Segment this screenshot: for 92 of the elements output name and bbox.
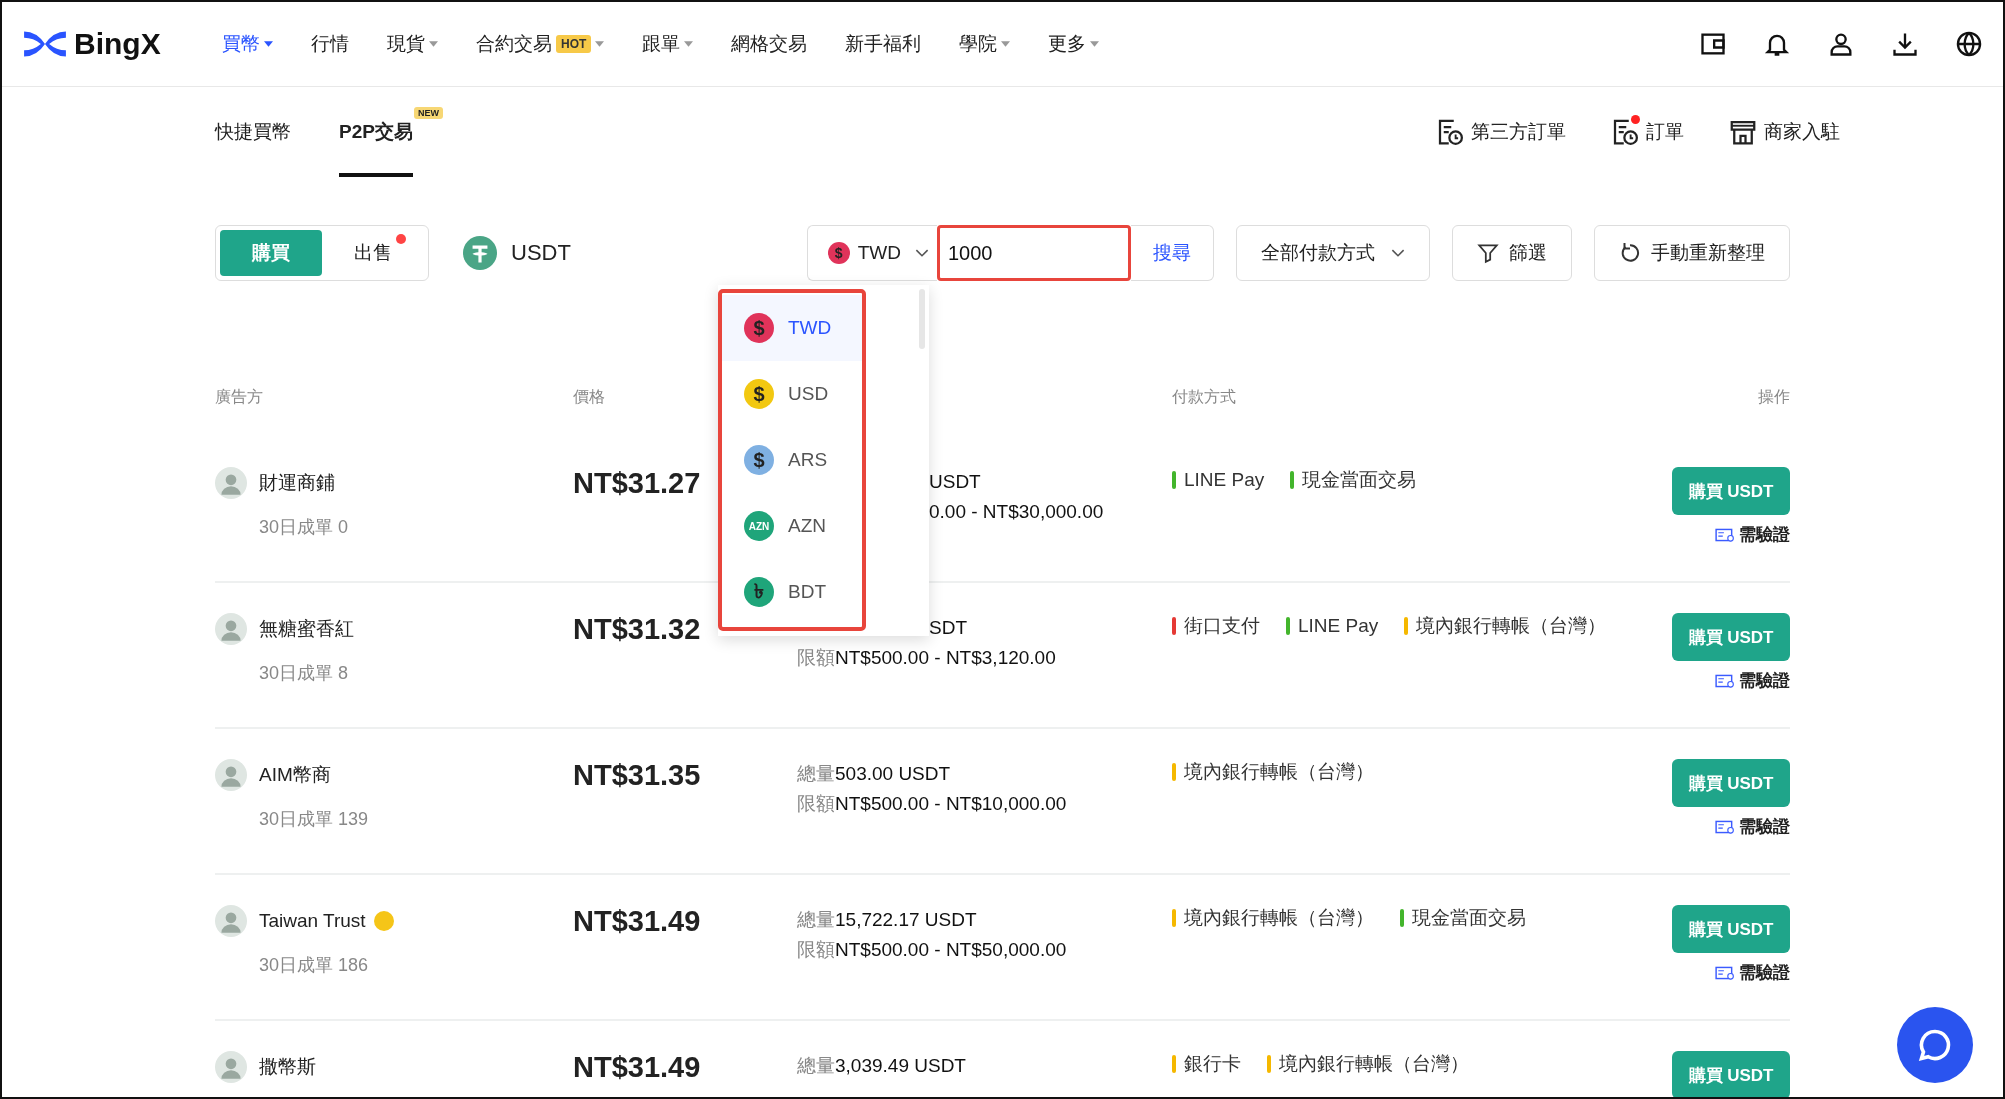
payment-method: 境內銀行轉帳（台灣）: [1184, 906, 1374, 930]
price-text: NT$31.49: [573, 1050, 701, 1083]
payment-method: 銀行卡: [1184, 1052, 1241, 1076]
header-link[interactable]: 第三方訂單: [1435, 117, 1566, 147]
order-count: 30日成單 139: [259, 808, 370, 831]
id-card-icon: [1715, 965, 1735, 980]
column-header: 價格: [573, 388, 605, 405]
payment-method: 現金當面交易: [1412, 906, 1526, 930]
chevron-icon: [915, 248, 929, 258]
total-amount: SDT: [929, 616, 968, 640]
sub-tab[interactable]: 快捷買幣: [215, 87, 291, 177]
limit-range: 0.00 - NT$30,000.00: [929, 500, 1105, 524]
price-text: NT$31.32: [573, 612, 701, 645]
advertiser-name[interactable]: AIM幣商: [259, 762, 331, 788]
id-card-icon: [1715, 673, 1735, 688]
refresh-button[interactable]: 手動重新整理: [1594, 225, 1790, 281]
scrollbar[interactable]: [919, 289, 925, 349]
new-badge: NEW: [413, 107, 443, 119]
id-card-icon: [1715, 819, 1735, 834]
globe-icon[interactable]: [1955, 30, 1983, 58]
nav-item[interactable]: 跟單: [642, 31, 694, 57]
nav-item[interactable]: 新手福利: [845, 31, 922, 57]
nav-item[interactable]: 網格交易: [731, 31, 808, 57]
currency-option[interactable]: ৳ BDT: [722, 559, 862, 625]
header-link[interactable]: 商家入駐: [1728, 117, 1840, 147]
order-count: 30日成單 0: [259, 516, 350, 539]
payment-method: LINE Pay: [1184, 469, 1265, 491]
payment-method: 境內銀行轉帳（台灣）: [1279, 1052, 1469, 1076]
limit-range: 限額NT$500.00 - NT$10,000.00: [797, 792, 1068, 816]
advertiser-name[interactable]: 無糖蜜香紅: [259, 616, 354, 642]
currency-option[interactable]: $ USD: [722, 361, 862, 427]
order-count: 30日成單 8: [259, 662, 350, 685]
payment-method: 境內銀行轉帳（台灣）: [1184, 760, 1374, 784]
avatar: [215, 759, 247, 791]
currency-icon: $: [744, 445, 774, 475]
currency-option[interactable]: AZN AZN: [722, 493, 862, 559]
total-amount: 總量15,722.17 USDT: [797, 908, 978, 932]
filter-button[interactable]: 篩選: [1452, 225, 1572, 281]
limit-range: 限額NT$500.00 - NT$3,120.00: [797, 646, 1057, 670]
currency-select[interactable]: $ TWD: [806, 225, 937, 281]
avatar: [215, 1051, 247, 1083]
chevron-icon: [1391, 248, 1405, 258]
column-header: 廣告方: [215, 388, 263, 405]
currency-icon: $: [744, 379, 774, 409]
nav-item[interactable]: 行情: [311, 31, 349, 57]
advertiser-name[interactable]: 撒幣斯: [259, 1054, 316, 1080]
asset-label: USDT: [511, 240, 571, 266]
hot-badge: HOT: [556, 35, 592, 53]
nav-item[interactable]: 更多: [1048, 31, 1100, 57]
advertiser-name[interactable]: Taiwan Trust: [259, 910, 366, 932]
price-text: NT$31.49: [573, 904, 701, 937]
id-card-icon: [1715, 527, 1735, 542]
currency-option[interactable]: $ ARS: [722, 427, 862, 493]
currency-option[interactable]: $ TWD: [722, 295, 862, 361]
payment-method: 現金當面交易: [1302, 468, 1417, 492]
currency-icon: AZN: [744, 511, 774, 541]
verification-note: 需驗證: [1739, 962, 1790, 984]
advertiser-name[interactable]: 財運商鋪: [259, 470, 335, 496]
payment-method: 境內銀行轉帳（台灣）: [1416, 614, 1607, 638]
column-header: 操作: [1758, 387, 1790, 407]
refresh-icon: [1619, 242, 1641, 264]
limit-range: 限額NT$500.00 - NT$50,000.00: [797, 938, 1068, 962]
nav-item[interactable]: 學院: [959, 31, 1011, 57]
verification-note: 需驗證: [1739, 670, 1790, 692]
avatar: [215, 613, 247, 645]
verification-note: 需驗證: [1739, 524, 1790, 546]
currency-icon: $: [744, 313, 774, 343]
total-amount: USDT: [929, 470, 982, 494]
payment-method: 街口支付: [1184, 614, 1260, 638]
verification-note: 需驗證: [1739, 816, 1790, 838]
logo-text[interactable]: BingX: [74, 27, 161, 61]
header-link[interactable]: 訂單: [1610, 117, 1684, 147]
payment-method-select[interactable]: 全部付款方式: [1236, 225, 1430, 281]
search-button[interactable]: 搜尋: [1131, 225, 1214, 281]
order-count: 30日成單 186: [259, 954, 370, 977]
chat-icon: [1917, 1027, 1953, 1063]
price-text: NT$31.35: [573, 758, 701, 791]
nav-item[interactable]: 現貨: [387, 31, 438, 57]
amount-field[interactable]: 1000: [937, 225, 1131, 281]
avatar: [215, 467, 247, 499]
avatar: [215, 905, 247, 937]
total-amount: 總量3,039.49 USDT: [797, 1054, 967, 1078]
total-amount: 總量503.00 USDT: [797, 762, 952, 786]
payment-method: LINE Pay: [1298, 615, 1379, 637]
tether-icon: [463, 236, 497, 270]
nav-item[interactable]: 買幣: [222, 31, 273, 57]
filter-icon: [1477, 242, 1499, 264]
price-text: NT$31.27: [573, 466, 701, 499]
currency-icon: ৳: [744, 577, 774, 607]
column-header: 付款方式: [1172, 388, 1236, 405]
nav-item[interactable]: 合約交易 HOT: [476, 31, 605, 57]
currency-icon: $: [827, 242, 850, 264]
